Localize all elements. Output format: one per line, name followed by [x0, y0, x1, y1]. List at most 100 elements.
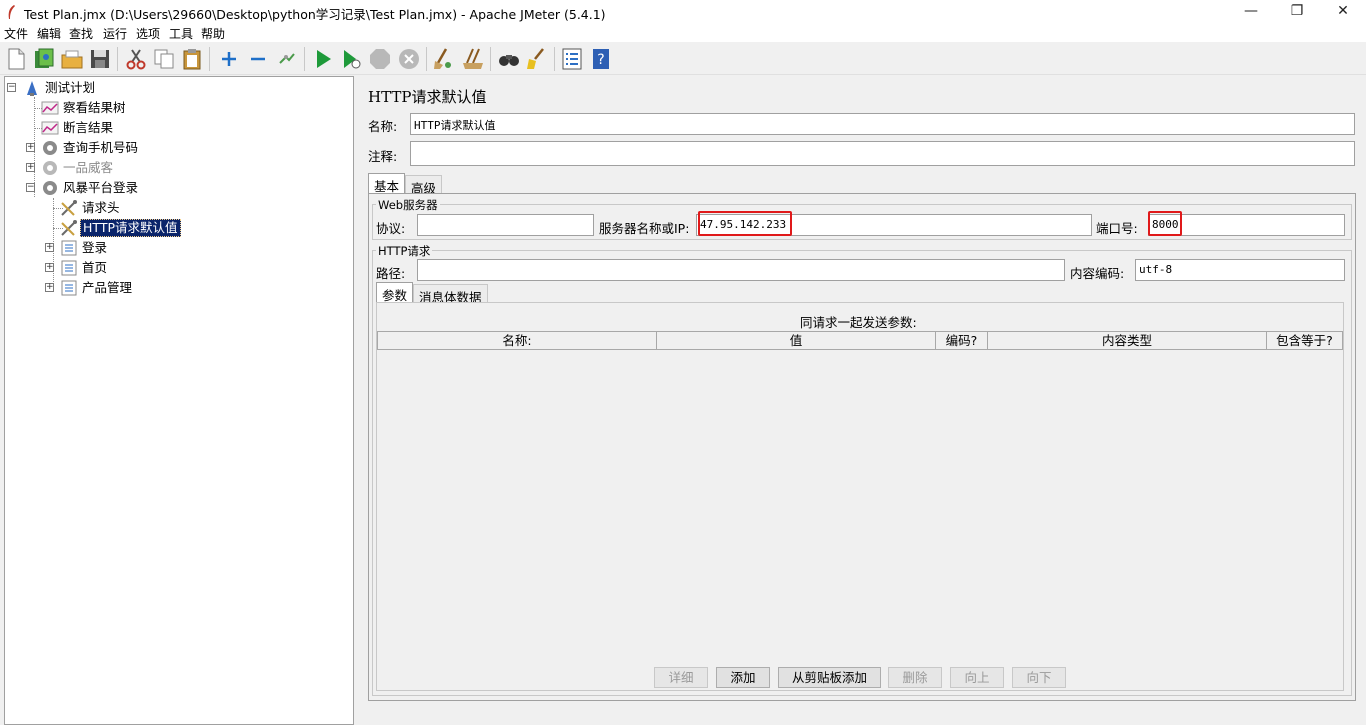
function-helper-icon[interactable]	[560, 47, 584, 71]
help-icon[interactable]: ?	[589, 47, 613, 71]
toolbar-separator	[426, 47, 427, 71]
menu-edit[interactable]: 编辑	[37, 25, 61, 42]
templates-icon[interactable]	[32, 47, 56, 71]
tree-node-label: 察看结果树	[63, 100, 126, 115]
tree-node-homepage[interactable]: 首页	[60, 259, 109, 277]
column-header-name[interactable]: 名称:	[377, 331, 657, 350]
start-icon[interactable]	[311, 47, 335, 71]
menu-file[interactable]: 文件	[4, 25, 28, 42]
test-plan-icon	[27, 81, 37, 96]
collapse-toggle[interactable]: −	[7, 83, 16, 92]
thread-group-gear-icon	[43, 161, 57, 175]
encoding-field[interactable]: utf-8	[1135, 259, 1345, 281]
transaction-controller-icon	[61, 240, 77, 256]
save-icon[interactable]	[88, 47, 112, 71]
move-up-button[interactable]: 向上	[950, 667, 1004, 688]
tab-parameters[interactable]: 参数	[376, 282, 414, 303]
tree-node-label: 一品威客	[63, 160, 114, 175]
tree-node-thread-group-phone[interactable]: 查询手机号码	[41, 139, 140, 157]
tree-node-assertion-results[interactable]: 断言结果	[41, 119, 115, 137]
config-panel: HTTP请求默认值 名称: HTTP请求默认值 注释: 基本 高级 Web服务器…	[360, 76, 1366, 725]
expand-toggle[interactable]: +	[26, 143, 35, 152]
tree-node-thread-group-disabled[interactable]: 一品威客	[41, 159, 115, 177]
server-highlight-box	[698, 211, 792, 236]
comment-field[interactable]	[410, 141, 1355, 166]
window-title: Test Plan.jmx (D:\Users\29660\Desktop\py…	[24, 7, 606, 22]
column-header-content-type[interactable]: 内容类型	[987, 331, 1267, 350]
new-icon[interactable]	[4, 47, 28, 71]
port-highlight-box	[1148, 211, 1182, 236]
tree-node-product-mgmt[interactable]: 产品管理	[60, 279, 134, 297]
config-tools-icon	[61, 200, 77, 216]
menu-tools[interactable]: 工具	[169, 25, 193, 42]
toolbar-separator	[209, 47, 210, 71]
tree-node-label: 请求头	[82, 200, 120, 215]
clear-icon[interactable]	[432, 47, 456, 71]
path-field[interactable]	[417, 259, 1065, 281]
parameters-table-body[interactable]	[377, 350, 1343, 666]
move-down-button[interactable]: 向下	[1012, 667, 1066, 688]
column-header-value[interactable]: 值	[656, 331, 936, 350]
tree-node-view-results[interactable]: 察看结果树	[41, 99, 128, 117]
tab-basic[interactable]: 基本	[368, 173, 406, 194]
shutdown-icon[interactable]	[397, 47, 421, 71]
protocol-field[interactable]	[417, 214, 594, 236]
open-icon[interactable]	[60, 47, 84, 71]
column-header-encode[interactable]: 编码?	[935, 331, 988, 350]
menu-run[interactable]: 运行	[103, 25, 127, 42]
cut-icon[interactable]	[124, 47, 148, 71]
jmeter-feather-icon	[8, 5, 15, 19]
tree-node-login[interactable]: 登录	[60, 239, 109, 257]
toolbar: ?	[0, 42, 1366, 75]
listener-chart-icon	[41, 101, 59, 115]
tree-node-thread-group-storm[interactable]: 风暴平台登录	[41, 179, 140, 197]
expand-toggle[interactable]: +	[45, 283, 54, 292]
toolbar-separator	[117, 47, 118, 71]
menu-bar: 文件 编辑 查找 运行 选项 工具 帮助	[0, 24, 1366, 42]
collapse-all-icon[interactable]	[246, 47, 270, 71]
close-button[interactable]: ✕	[1320, 0, 1366, 24]
tab-body-data[interactable]: 消息体数据	[413, 284, 488, 305]
toolbar-separator	[304, 47, 305, 71]
tree-node-label-selected: HTTP请求默认值	[80, 219, 181, 237]
add-from-clipboard-button[interactable]: 从剪贴板添加	[778, 667, 881, 688]
delete-button[interactable]: 删除	[888, 667, 942, 688]
search-icon[interactable]	[497, 47, 521, 71]
test-plan-tree[interactable]: − + + − + + + 测试计划 察看结果树 断言结果 查询手机号码 一品威…	[4, 76, 354, 725]
encoding-label: 内容编码:	[1070, 266, 1125, 281]
reset-search-icon[interactable]	[525, 47, 549, 71]
svg-text:?: ?	[597, 52, 604, 68]
expand-toggle[interactable]: +	[26, 163, 35, 172]
restore-button[interactable]: ❐	[1274, 0, 1320, 24]
paste-icon[interactable]	[180, 47, 204, 71]
expand-toggle[interactable]: +	[45, 243, 54, 252]
tree-node-label: 测试计划	[45, 80, 96, 95]
add-button[interactable]: 添加	[716, 667, 770, 688]
tree-node-http-defaults[interactable]: HTTP请求默认值	[60, 219, 181, 237]
menu-options[interactable]: 选项	[136, 25, 160, 42]
tree-node-test-plan[interactable]: 测试计划	[23, 79, 97, 97]
column-header-include-equals[interactable]: 包含等于?	[1266, 331, 1343, 350]
tab-advanced[interactable]: 高级	[405, 175, 443, 196]
expand-all-icon[interactable]	[217, 47, 241, 71]
collapse-toggle[interactable]: −	[26, 183, 35, 192]
port-label: 端口号:	[1096, 221, 1138, 236]
copy-icon[interactable]	[152, 47, 176, 71]
web-server-group-title: Web服务器	[376, 197, 440, 213]
start-no-pause-icon[interactable]	[339, 47, 363, 71]
minimize-button[interactable]: —	[1228, 0, 1274, 24]
tree-node-label: 风暴平台登录	[63, 180, 139, 195]
menu-help[interactable]: 帮助	[201, 25, 225, 42]
protocol-label: 协议:	[376, 221, 406, 236]
toggle-icon[interactable]	[275, 47, 299, 71]
tree-node-request-header[interactable]: 请求头	[60, 199, 122, 217]
tree-node-label: 查询手机号码	[63, 140, 139, 155]
detail-button[interactable]: 详细	[654, 667, 708, 688]
name-field[interactable]: HTTP请求默认值	[410, 113, 1355, 135]
name-label: 名称:	[368, 119, 398, 134]
clear-all-icon[interactable]	[461, 47, 485, 71]
menu-search[interactable]: 查找	[69, 25, 93, 42]
stop-icon[interactable]	[368, 47, 392, 71]
expand-toggle[interactable]: +	[45, 263, 54, 272]
tree-node-label: 登录	[82, 240, 108, 255]
